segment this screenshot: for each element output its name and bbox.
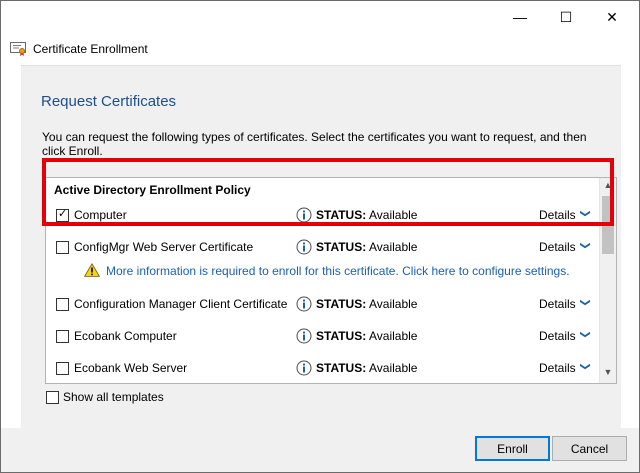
content-panel: Request Certificates You can request the… xyxy=(21,65,621,429)
status-label: STATUS: xyxy=(316,240,367,254)
certificate-name: Ecobank Web Server xyxy=(74,361,188,375)
details-link[interactable]: Details xyxy=(539,361,576,375)
certificate-name: Configuration Manager Client Certificate xyxy=(74,297,288,311)
certificate-checkbox-configmgr-web-server[interactable] xyxy=(56,241,69,254)
dialog-footer: Enroll Cancel xyxy=(1,428,639,472)
certificate-checkbox-computer[interactable]: ✓ xyxy=(56,208,69,222)
status-label: STATUS: xyxy=(316,361,367,375)
certificate-checkbox-ecobank-web-server[interactable] xyxy=(56,362,69,375)
page-title: Request Certificates xyxy=(41,93,177,110)
info-icon xyxy=(296,239,312,255)
certificate-row-configuration-manager-client: Configuration Manager Client Certificate… xyxy=(46,294,601,316)
details-link[interactable]: Details xyxy=(539,240,576,254)
status-label: STATUS: xyxy=(316,297,367,311)
certificate-name: Computer xyxy=(74,208,127,222)
list-scrollbar[interactable]: ▲ ▼ xyxy=(599,178,616,383)
certificate-row-configmgr-web-server: ConfigMgr Web Server Certificate STATUS:… xyxy=(46,237,601,259)
certificate-checkbox-configuration-manager-client[interactable] xyxy=(56,298,69,311)
status-value: Available xyxy=(369,329,418,343)
wizard-title: Certificate Enrollment xyxy=(33,42,148,56)
status-label: STATUS: xyxy=(316,208,367,222)
maximize-icon: ☐ xyxy=(559,8,573,25)
info-icon xyxy=(296,296,312,312)
scroll-down-arrow-icon[interactable]: ▼ xyxy=(600,367,616,381)
check-icon: ✓ xyxy=(58,208,68,220)
enroll-button[interactable]: Enroll xyxy=(475,436,550,461)
show-all-templates-checkbox[interactable] xyxy=(46,391,59,404)
certificate-name: ConfigMgr Web Server Certificate xyxy=(74,240,254,254)
wizard-header: Certificate Enrollment xyxy=(1,33,639,65)
chevron-down-icon[interactable]: ❯ xyxy=(580,362,591,370)
chevron-down-icon[interactable]: ❯ xyxy=(580,241,591,249)
status-value: Available xyxy=(369,361,418,375)
minimize-button[interactable]: — xyxy=(497,1,543,33)
certificate-name: Ecobank Computer xyxy=(74,329,177,343)
policy-group-header: Active Directory Enrollment Policy xyxy=(54,183,251,197)
certificate-row-ecobank-computer: Ecobank Computer STATUS: Available Detai… xyxy=(46,326,601,348)
details-link[interactable]: Details xyxy=(539,297,576,311)
details-link[interactable]: Details xyxy=(539,329,576,343)
certificate-enrollment-window: — ☐ ✕ Certificate Enrollment Request Cer… xyxy=(0,0,640,473)
info-icon xyxy=(296,207,312,223)
status-value: Available xyxy=(369,297,418,311)
info-icon xyxy=(296,328,312,344)
status-label: STATUS: xyxy=(316,329,367,343)
warning-icon xyxy=(84,263,100,277)
certificate-checkbox-ecobank-computer[interactable] xyxy=(56,330,69,343)
maximize-button[interactable]: ☐ xyxy=(543,1,589,33)
show-all-templates-label[interactable]: Show all templates xyxy=(63,390,164,404)
scrollbar-thumb[interactable] xyxy=(602,196,614,254)
status-value: Available xyxy=(369,240,418,254)
status-value: Available xyxy=(369,208,418,222)
scroll-up-arrow-icon[interactable]: ▲ xyxy=(600,180,616,194)
page-description: You can request the following types of c… xyxy=(42,130,587,158)
cancel-button[interactable]: Cancel xyxy=(552,436,627,461)
chevron-down-icon[interactable]: ❯ xyxy=(580,298,591,306)
minimize-icon: — xyxy=(513,9,527,25)
close-button[interactable]: ✕ xyxy=(589,1,635,33)
close-icon: ✕ xyxy=(606,8,618,25)
certificate-list: Active Directory Enrollment Policy ✓ Com… xyxy=(45,177,617,384)
certificate-icon xyxy=(10,42,26,56)
details-link[interactable]: Details xyxy=(539,208,576,222)
warning-link[interactable]: More information is required to enroll f… xyxy=(106,264,570,278)
certificate-row-computer: ✓ Computer STATUS: Available Details ❯ xyxy=(46,205,601,227)
certificate-row-ecobank-web-server: Ecobank Web Server STATUS: Available Det… xyxy=(46,358,601,380)
info-icon xyxy=(296,360,312,376)
chevron-down-icon[interactable]: ❯ xyxy=(580,209,591,217)
chevron-down-icon[interactable]: ❯ xyxy=(580,330,591,338)
